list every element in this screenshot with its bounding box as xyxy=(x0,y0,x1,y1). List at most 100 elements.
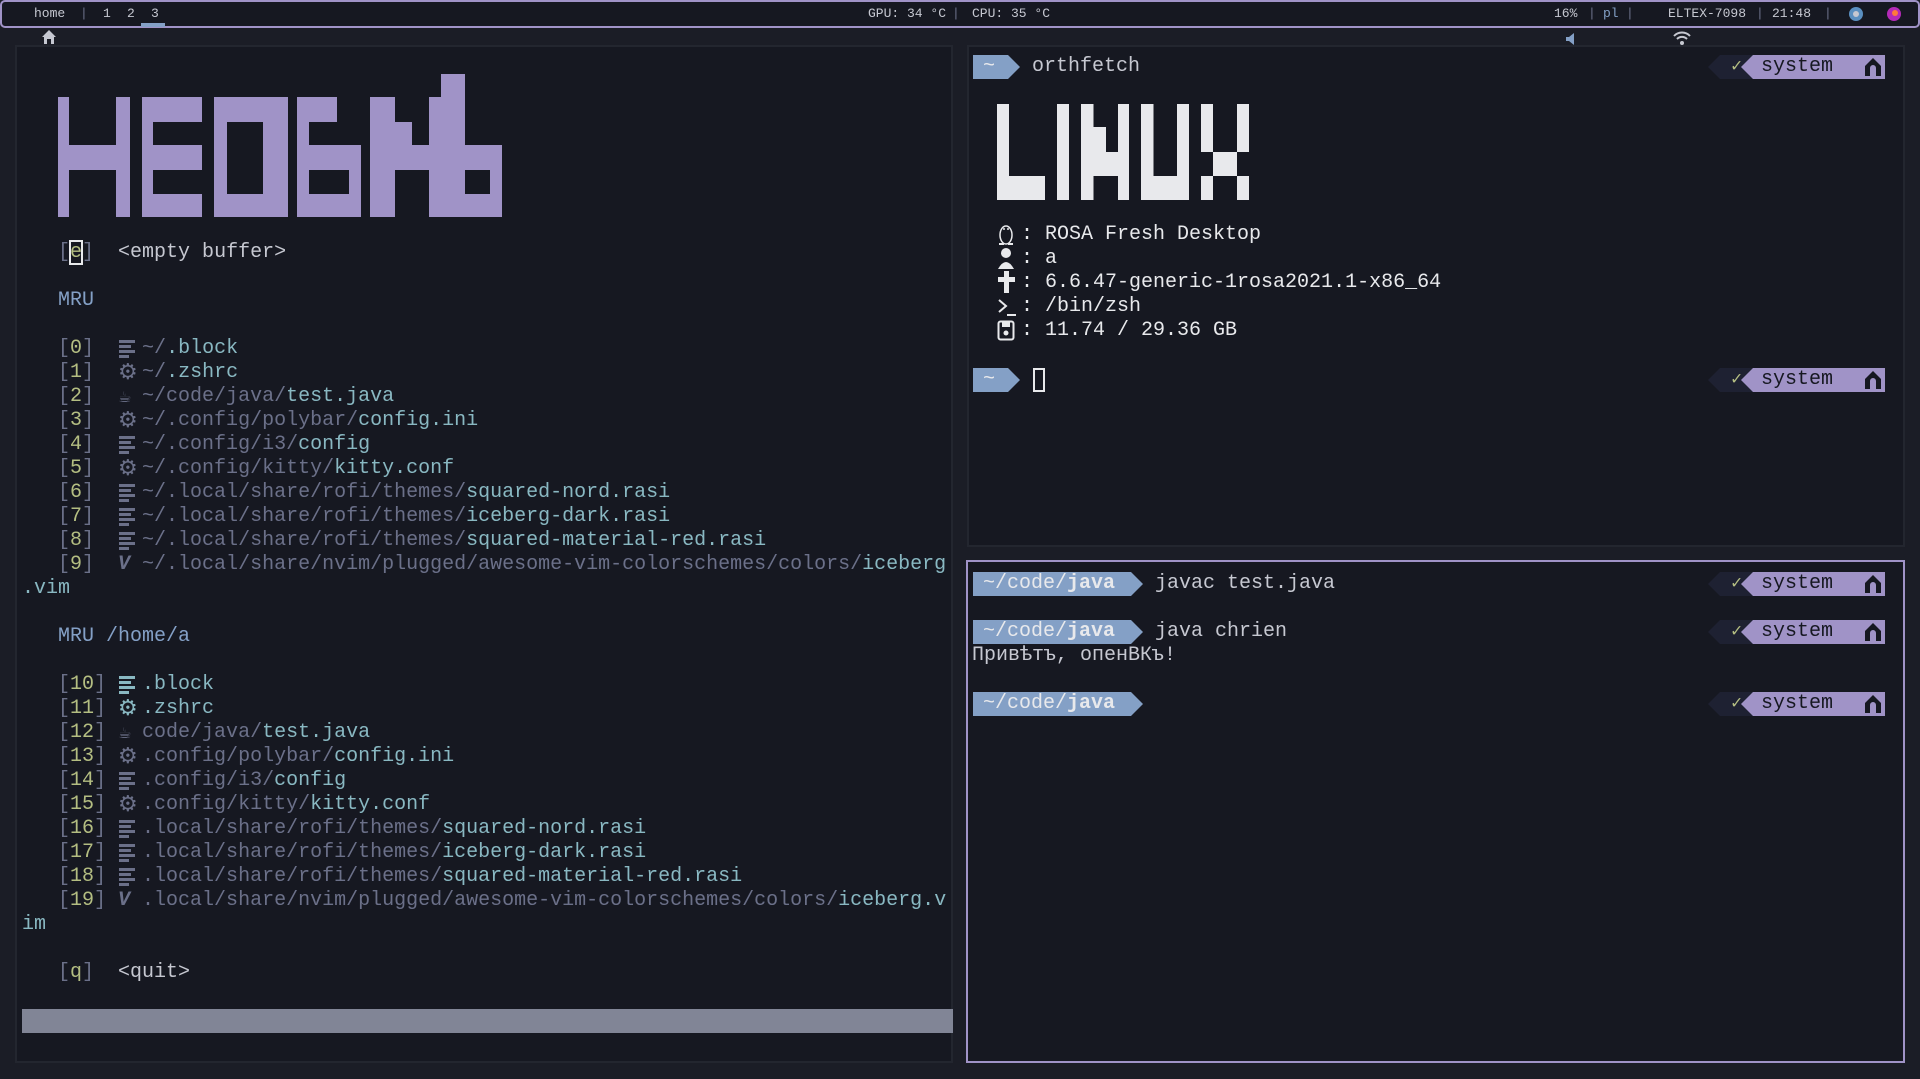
mru-dir[interactable]: .local/share/rofi/themes/ xyxy=(142,865,442,888)
mru-item[interactable]: [14] .config/i3/config xyxy=(22,769,952,793)
quit-label[interactable]: <quit> xyxy=(118,961,190,984)
mru-item[interactable]: [7] ~/.local/share/rofi/themes/iceberg-d… xyxy=(22,505,952,529)
mru-key[interactable]: 11 xyxy=(70,697,94,720)
mru-key[interactable]: 5 xyxy=(70,457,82,480)
mru-dir[interactable]: .config/kitty/ xyxy=(142,793,310,816)
mru-file[interactable]: kitty.conf xyxy=(334,457,454,480)
mru-file[interactable]: squared-nord.rasi xyxy=(442,817,646,840)
mru-key[interactable]: 13 xyxy=(70,745,94,768)
mru-key[interactable]: 16 xyxy=(70,817,94,840)
info-value: 11.74 / 29.36 GB xyxy=(1045,319,1238,342)
mru-item[interactable]: [4] ~/.config/i3/config xyxy=(22,433,952,457)
empty-buffer-key[interactable]: e xyxy=(69,240,84,265)
mru-key[interactable]: 3 xyxy=(70,409,82,432)
prompt-dir-badge: ~/code/java xyxy=(973,692,1131,716)
mru-key[interactable]: 6 xyxy=(70,481,82,504)
mru-file[interactable]: config.ini xyxy=(334,745,454,768)
mru-key[interactable]: 0 xyxy=(70,337,82,360)
mru-dir[interactable]: ~/ xyxy=(142,361,166,384)
mru-item[interactable]: [5] ⚙ ~/.config/kitty/kitty.conf xyxy=(22,457,952,481)
mru-item[interactable]: [17] .local/share/rofi/themes/iceberg-da… xyxy=(22,841,952,865)
info-row: : /bin/zsh xyxy=(997,295,1441,319)
mru-item[interactable]: [15] ⚙ .config/kitty/kitty.conf xyxy=(22,793,952,817)
mru-item[interactable]: [8] ~/.local/share/rofi/themes/squared-m… xyxy=(22,529,952,553)
mru-file-wrap[interactable]: im xyxy=(22,913,952,937)
arch-icon xyxy=(1865,623,1881,641)
disk-icon xyxy=(997,319,1021,343)
info-value: ROSA Fresh Desktop xyxy=(1045,223,1262,246)
mru-key[interactable]: 18 xyxy=(70,865,94,888)
mru-key[interactable]: 12 xyxy=(70,721,94,744)
mru-item[interactable]: [11] ⚙ .zshrc xyxy=(22,697,952,721)
mru-file[interactable]: config.ini xyxy=(358,409,478,432)
mru-dir[interactable]: ~/.local/share/rofi/themes/ xyxy=(142,529,466,552)
mru-file[interactable]: iceberg xyxy=(862,553,946,576)
mru-item[interactable]: [19] V .local/share/nvim/plugged/awesome-… xyxy=(22,889,952,913)
mru-key[interactable]: 17 xyxy=(70,841,94,864)
arch-icon xyxy=(1865,695,1881,713)
terminal-cursor[interactable] xyxy=(1033,368,1045,392)
mru-file-wrap[interactable]: .vim xyxy=(22,577,952,601)
mru-key[interactable]: 14 xyxy=(70,769,94,792)
mru-key[interactable]: 2 xyxy=(70,385,82,408)
mru-item[interactable]: [1] ⚙ ~/.zshrc xyxy=(22,361,952,385)
info-row: : a xyxy=(997,247,1441,271)
mru-key[interactable]: 1 xyxy=(70,361,82,384)
prompt-status: ✓ system xyxy=(1708,572,1885,596)
mru-file[interactable]: squared-material-red.rasi xyxy=(442,865,742,888)
mru-dir[interactable]: ~/code/java/ xyxy=(142,385,286,408)
mru-key[interactable]: 9 xyxy=(70,553,82,576)
gear-icon: ⚙ xyxy=(118,744,138,769)
mru-file[interactable]: config xyxy=(274,769,346,792)
quit-item[interactable]: [q] <quit> xyxy=(22,961,952,985)
prompt-line[interactable]: ~ ✓ system xyxy=(973,368,1885,392)
mru-dir[interactable]: .config/polybar/ xyxy=(142,745,334,768)
mru-dir[interactable]: .local/share/nvim/plugged/awesome-vim-co… xyxy=(142,889,838,912)
mru-dir[interactable]: .local/share/rofi/themes/ xyxy=(142,817,442,840)
mru-file[interactable]: .zshrc xyxy=(142,697,214,720)
file-lines-icon xyxy=(118,529,142,553)
mru-key[interactable]: 7 xyxy=(70,505,82,528)
mru-item[interactable]: [10] .block xyxy=(22,673,952,697)
mru-file[interactable]: squared-nord.rasi xyxy=(466,481,670,504)
mru-file[interactable]: config xyxy=(298,433,370,456)
mru-dir[interactable]: ~/.local/share/rofi/themes/ xyxy=(142,481,466,504)
mru-dir[interactable]: ~/ xyxy=(142,337,166,360)
mru-file[interactable]: iceberg-dark.rasi xyxy=(442,841,646,864)
mru-item[interactable]: [9] V ~/.local/share/nvim/plugged/awesome… xyxy=(22,553,952,577)
mru-dir[interactable]: .config/i3/ xyxy=(142,769,274,792)
mru-file[interactable]: .block xyxy=(142,673,214,696)
mru-file[interactable]: iceberg.v xyxy=(838,889,946,912)
mru-key[interactable]: 10 xyxy=(70,673,94,696)
mru-file[interactable]: .block xyxy=(166,337,238,360)
mru-dir[interactable]: code/java/ xyxy=(142,721,262,744)
mru-file[interactable]: test.java xyxy=(262,721,370,744)
mru-item[interactable]: [0] ~/.block xyxy=(22,337,952,361)
mru-item[interactable]: [12] ☕ code/java/test.java xyxy=(22,721,952,745)
mru-item[interactable]: [6] ~/.local/share/rofi/themes/squared-n… xyxy=(22,481,952,505)
mru-item[interactable]: [18] .local/share/rofi/themes/squared-ma… xyxy=(22,865,952,889)
mru-item[interactable]: [13] ⚙ .config/polybar/config.ini xyxy=(22,745,952,769)
mru-item[interactable]: [16] .local/share/rofi/themes/squared-no… xyxy=(22,817,952,841)
mru-dir[interactable]: ~/.config/polybar/ xyxy=(142,409,358,432)
mru-key[interactable]: 4 xyxy=(70,433,82,456)
mru-file[interactable]: iceberg-dark.rasi xyxy=(466,505,670,528)
mru-file[interactable]: squared-material-red.rasi xyxy=(466,529,766,552)
prompt-line[interactable]: ~/code/java ✓ system xyxy=(973,692,1885,716)
mru-dir[interactable]: ~/.config/i3/ xyxy=(142,433,298,456)
mru-dir[interactable]: ~/.local/share/rofi/themes/ xyxy=(142,505,466,528)
quit-key[interactable]: q xyxy=(70,961,82,984)
mru-dir[interactable]: .local/share/rofi/themes/ xyxy=(142,841,442,864)
empty-buffer-label[interactable]: <empty buffer> xyxy=(118,241,286,264)
mru-key[interactable]: 19 xyxy=(70,889,94,912)
mru-dir[interactable]: ~/.config/kitty/ xyxy=(142,457,334,480)
mru-dir[interactable]: ~/.local/share/nvim/plugged/awesome-vim-… xyxy=(142,553,862,576)
mru-key[interactable]: 15 xyxy=(70,793,94,816)
mru-key[interactable]: 8 xyxy=(70,529,82,552)
mru-file[interactable]: test.java xyxy=(286,385,394,408)
mru-file[interactable]: kitty.conf xyxy=(310,793,430,816)
mru-item[interactable]: [3] ⚙ ~/.config/polybar/config.ini xyxy=(22,409,952,433)
mru-file[interactable]: .zshrc xyxy=(166,361,238,384)
empty-buffer-item[interactable]: [e] <empty buffer> xyxy=(22,240,952,265)
mru-item[interactable]: [2] ☕ ~/code/java/test.java xyxy=(22,385,952,409)
